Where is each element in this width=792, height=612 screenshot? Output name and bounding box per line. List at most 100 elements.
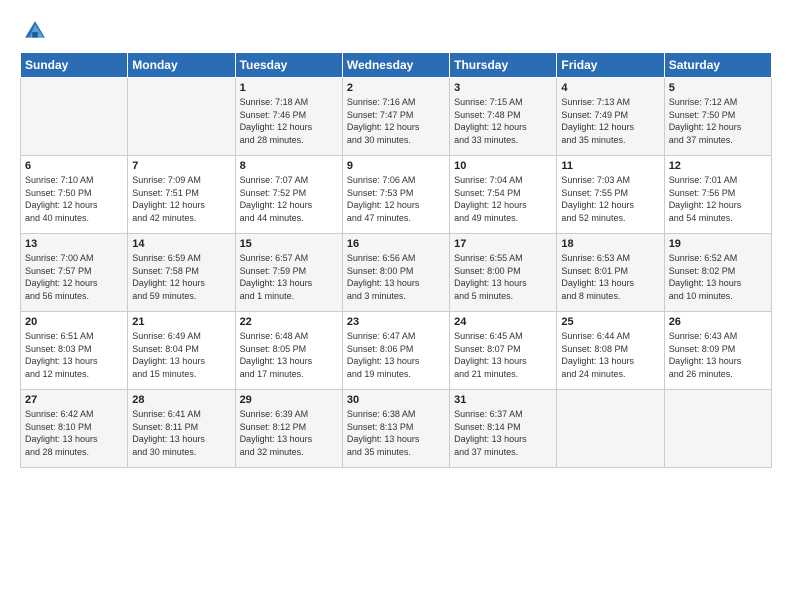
day-info: Sunrise: 6:43 AM Sunset: 8:09 PM Dayligh… [669,330,767,380]
weekday-header-sunday: Sunday [21,53,128,78]
weekday-header-thursday: Thursday [450,53,557,78]
weekday-header-monday: Monday [128,53,235,78]
calendar-cell: 2 Sunrise: 7:16 AM Sunset: 7:47 PM Daylig… [342,78,449,156]
day-info: Sunrise: 7:06 AM Sunset: 7:53 PM Dayligh… [347,174,445,224]
weekday-header-saturday: Saturday [664,53,771,78]
calendar-cell: 13Sunrise: 7:00 AM Sunset: 7:57 PM Dayli… [21,234,128,312]
day-number: 5 [669,82,767,94]
day-number: 21 [132,316,230,328]
day-info: Sunrise: 7:09 AM Sunset: 7:51 PM Dayligh… [132,174,230,224]
day-info: Sunrise: 6:39 AM Sunset: 8:12 PM Dayligh… [240,408,338,458]
calendar-cell: 5 Sunrise: 7:12 AM Sunset: 7:50 PM Daylig… [664,78,771,156]
calendar-cell: 6 Sunrise: 7:10 AM Sunset: 7:50 PM Daylig… [21,156,128,234]
day-info: Sunrise: 6:49 AM Sunset: 8:04 PM Dayligh… [132,330,230,380]
week-row-2: 13Sunrise: 7:00 AM Sunset: 7:57 PM Dayli… [21,234,772,312]
day-number: 10 [454,160,552,172]
calendar-cell: 4 Sunrise: 7:13 AM Sunset: 7:49 PM Daylig… [557,78,664,156]
calendar-cell: 20 Sunrise: 6:51 AM Sunset: 8:03 PM Dayli… [21,312,128,390]
day-info: Sunrise: 7:03 AM Sunset: 7:55 PM Dayligh… [561,174,659,224]
calendar-cell: 1Sunrise: 7:18 AM Sunset: 7:46 PM Daylig… [235,78,342,156]
calendar: SundayMondayTuesdayWednesdayThursdayFrid… [20,52,772,468]
calendar-cell: 26Sunrise: 6:43 AM Sunset: 8:09 PM Dayli… [664,312,771,390]
calendar-cell: 18 Sunrise: 6:53 AM Sunset: 8:01 PM Dayli… [557,234,664,312]
day-info: Sunrise: 7:12 AM Sunset: 7:50 PM Dayligh… [669,96,767,146]
day-info: Sunrise: 6:44 AM Sunset: 8:08 PM Dayligh… [561,330,659,380]
day-number: 13 [25,238,123,250]
calendar-cell: 15Sunrise: 6:57 AM Sunset: 7:59 PM Dayli… [235,234,342,312]
day-number: 29 [240,394,338,406]
weekday-header-friday: Friday [557,53,664,78]
calendar-cell: 23 Sunrise: 6:47 AM Sunset: 8:06 PM Dayli… [342,312,449,390]
day-info: Sunrise: 6:48 AM Sunset: 8:05 PM Dayligh… [240,330,338,380]
calendar-cell [664,390,771,468]
week-row-0: 1Sunrise: 7:18 AM Sunset: 7:46 PM Daylig… [21,78,772,156]
day-number: 27 [25,394,123,406]
day-number: 28 [132,394,230,406]
calendar-cell: 8 Sunrise: 7:07 AM Sunset: 7:52 PM Daylig… [235,156,342,234]
day-number: 18 [561,238,659,250]
day-number: 19 [669,238,767,250]
day-number: 12 [669,160,767,172]
day-info: Sunrise: 7:07 AM Sunset: 7:52 PM Dayligh… [240,174,338,224]
week-row-3: 20 Sunrise: 6:51 AM Sunset: 8:03 PM Dayli… [21,312,772,390]
calendar-cell: 30Sunrise: 6:38 AM Sunset: 8:13 PM Dayli… [342,390,449,468]
day-number: 23 [347,316,445,328]
calendar-cell: 19 Sunrise: 6:52 AM Sunset: 8:02 PM Dayli… [664,234,771,312]
day-number: 25 [561,316,659,328]
calendar-cell: 14 Sunrise: 6:59 AM Sunset: 7:58 PM Dayli… [128,234,235,312]
day-info: Sunrise: 7:13 AM Sunset: 7:49 PM Dayligh… [561,96,659,146]
day-info: Sunrise: 6:42 AM Sunset: 8:10 PM Dayligh… [25,408,123,458]
day-info: Sunrise: 6:37 AM Sunset: 8:14 PM Dayligh… [454,408,552,458]
calendar-cell: 11 Sunrise: 7:03 AM Sunset: 7:55 PM Dayli… [557,156,664,234]
week-row-4: 27 Sunrise: 6:42 AM Sunset: 8:10 PM Dayli… [21,390,772,468]
weekday-header-wednesday: Wednesday [342,53,449,78]
calendar-cell: 21 Sunrise: 6:49 AM Sunset: 8:04 PM Dayli… [128,312,235,390]
calendar-cell: 9 Sunrise: 7:06 AM Sunset: 7:53 PM Daylig… [342,156,449,234]
day-info: Sunrise: 7:04 AM Sunset: 7:54 PM Dayligh… [454,174,552,224]
day-number: 6 [25,160,123,172]
day-number: 14 [132,238,230,250]
day-info: Sunrise: 7:16 AM Sunset: 7:47 PM Dayligh… [347,96,445,146]
day-number: 3 [454,82,552,94]
calendar-cell: 17 Sunrise: 6:55 AM Sunset: 8:00 PM Dayli… [450,234,557,312]
day-info: Sunrise: 6:59 AM Sunset: 7:58 PM Dayligh… [132,252,230,302]
day-number: 30 [347,394,445,406]
day-info: Sunrise: 6:51 AM Sunset: 8:03 PM Dayligh… [25,330,123,380]
calendar-cell: 16Sunrise: 6:56 AM Sunset: 8:00 PM Dayli… [342,234,449,312]
day-info: Sunrise: 6:41 AM Sunset: 8:11 PM Dayligh… [132,408,230,458]
calendar-cell [557,390,664,468]
calendar-cell: 7 Sunrise: 7:09 AM Sunset: 7:51 PM Daylig… [128,156,235,234]
calendar-cell: 24 Sunrise: 6:45 AM Sunset: 8:07 PM Dayli… [450,312,557,390]
day-info: Sunrise: 6:56 AM Sunset: 8:00 PM Dayligh… [347,252,445,302]
day-info: Sunrise: 6:45 AM Sunset: 8:07 PM Dayligh… [454,330,552,380]
calendar-cell [128,78,235,156]
calendar-cell: 29 Sunrise: 6:39 AM Sunset: 8:12 PM Dayli… [235,390,342,468]
day-number: 8 [240,160,338,172]
day-number: 17 [454,238,552,250]
day-number: 4 [561,82,659,94]
day-info: Sunrise: 6:53 AM Sunset: 8:01 PM Dayligh… [561,252,659,302]
day-number: 22 [240,316,338,328]
day-info: Sunrise: 6:55 AM Sunset: 8:00 PM Dayligh… [454,252,552,302]
day-number: 11 [561,160,659,172]
page: SundayMondayTuesdayWednesdayThursdayFrid… [0,0,792,612]
day-number: 1 [240,82,338,94]
day-number: 20 [25,316,123,328]
day-number: 31 [454,394,552,406]
day-number: 7 [132,160,230,172]
header [20,18,772,42]
day-info: Sunrise: 6:47 AM Sunset: 8:06 PM Dayligh… [347,330,445,380]
calendar-cell: 10 Sunrise: 7:04 AM Sunset: 7:54 PM Dayli… [450,156,557,234]
logo-icon [24,20,46,42]
calendar-cell: 12Sunrise: 7:01 AM Sunset: 7:56 PM Dayli… [664,156,771,234]
day-number: 9 [347,160,445,172]
day-info: Sunrise: 7:10 AM Sunset: 7:50 PM Dayligh… [25,174,123,224]
weekday-header-tuesday: Tuesday [235,53,342,78]
calendar-cell: 28 Sunrise: 6:41 AM Sunset: 8:11 PM Dayli… [128,390,235,468]
day-number: 2 [347,82,445,94]
day-number: 24 [454,316,552,328]
day-info: Sunrise: 6:52 AM Sunset: 8:02 PM Dayligh… [669,252,767,302]
calendar-cell: 27 Sunrise: 6:42 AM Sunset: 8:10 PM Dayli… [21,390,128,468]
calendar-cell: 22 Sunrise: 6:48 AM Sunset: 8:05 PM Dayli… [235,312,342,390]
calendar-cell: 25 Sunrise: 6:44 AM Sunset: 8:08 PM Dayli… [557,312,664,390]
